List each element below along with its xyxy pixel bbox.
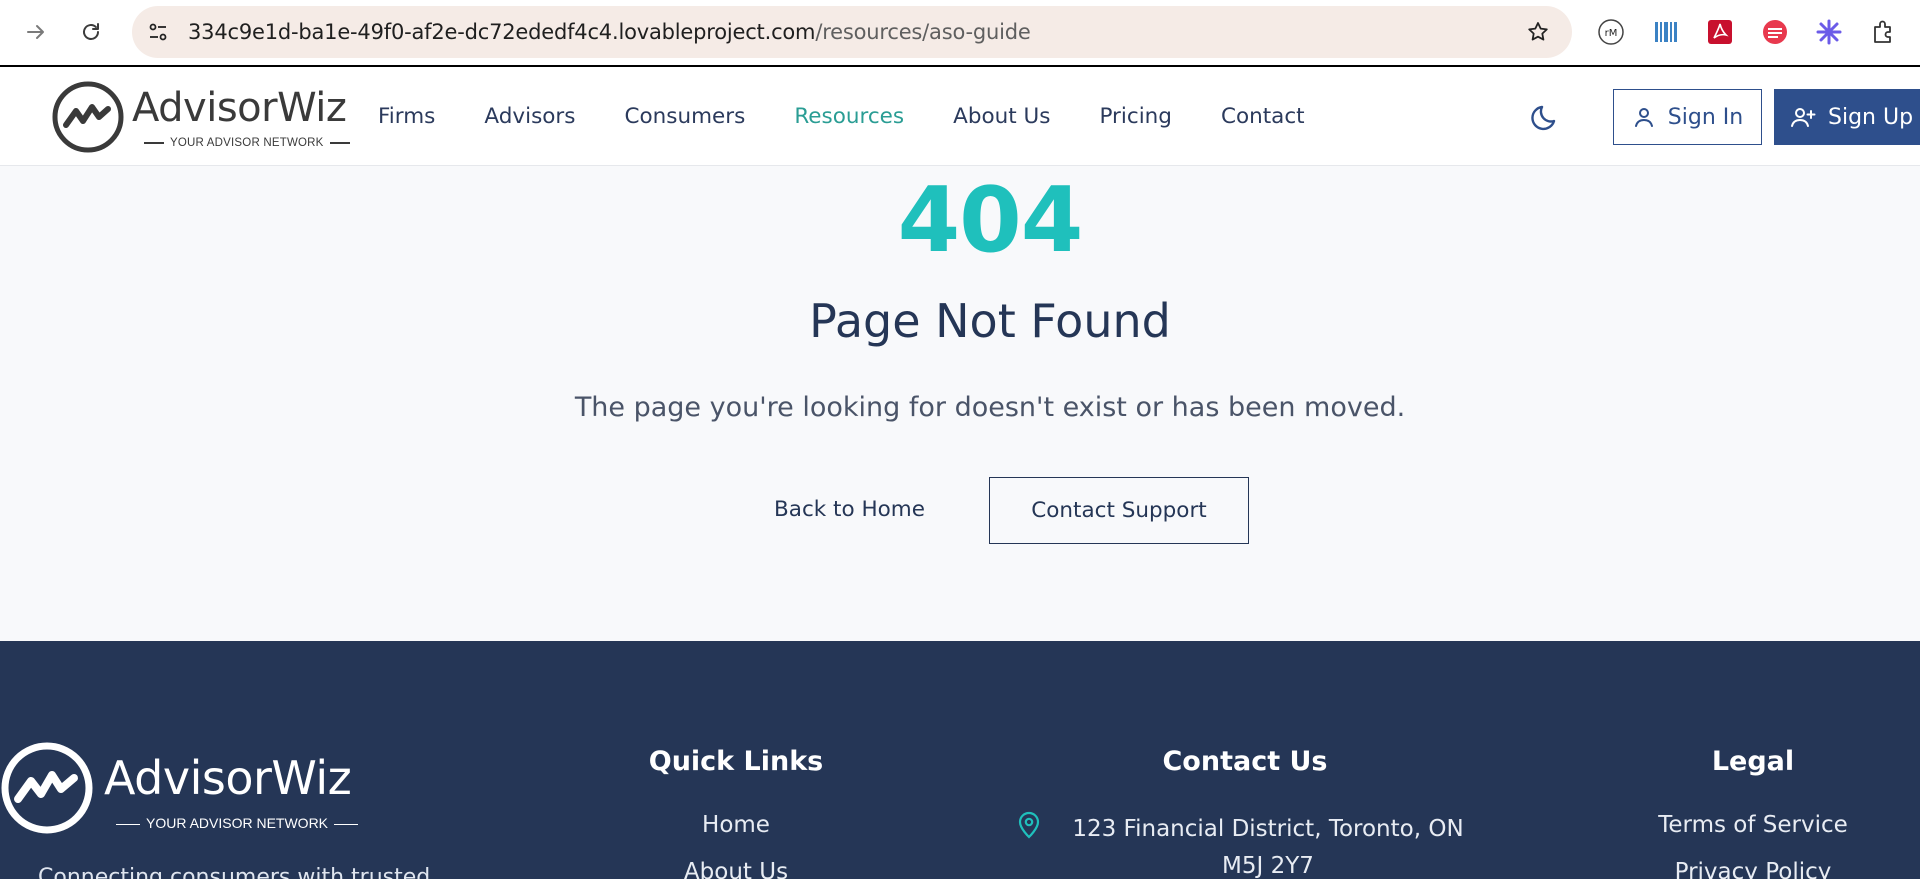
nav-consumers[interactable]: Consumers (624, 104, 745, 129)
reload-icon (83, 23, 99, 40)
extensions-puzzle-icon[interactable] (1870, 18, 1898, 46)
user-icon (1634, 108, 1653, 127)
contact-support-button[interactable]: Contact Support (989, 477, 1249, 544)
nav-resources[interactable]: Resources (794, 104, 904, 129)
extension-remarkable-icon[interactable]: rM (1597, 18, 1625, 46)
nav-contact[interactable]: Contact (1221, 104, 1305, 129)
map-pin-icon (1018, 811, 1040, 839)
site-footer: AdvisorWiz YOUR ADVISOR NETWORK Connecti… (0, 641, 1920, 879)
address-bar[interactable]: 334c9e1d-ba1e-49f0-af2e-dc72ededf4c4.lov… (132, 6, 1572, 58)
arrow-forward-icon (27, 25, 44, 39)
nav-firms[interactable]: Firms (378, 104, 435, 129)
back-to-home-button[interactable]: Back to Home (762, 476, 937, 542)
sign-up-button[interactable]: Sign Up (1774, 89, 1920, 145)
forward-button[interactable] (18, 14, 54, 50)
contact-us-title: Contact Us (1162, 746, 1328, 777)
theme-toggle-button[interactable] (1530, 101, 1562, 133)
brand-tagline: YOUR ADVISOR NETWORK (138, 137, 356, 149)
nav-pricing[interactable]: Pricing (1099, 104, 1171, 129)
legal-title: Legal (1711, 746, 1795, 777)
footer-description: Connecting consumers with trusted (38, 865, 431, 879)
url-host: 334c9e1d-ba1e-49f0-af2e-dc72ededf4c4.lov… (188, 20, 816, 44)
brand-name: AdvisorWiz (132, 85, 347, 131)
user-plus-icon (1791, 108, 1816, 127)
sign-up-label: Sign Up (1828, 104, 1914, 130)
address-line-1: 123 Financial District, Toronto, ON (1072, 816, 1464, 842)
footer-brand-logo[interactable]: AdvisorWiz YOUR ADVISOR NETWORK (0, 741, 380, 837)
sign-in-label: Sign In (1667, 104, 1744, 130)
advisorwiz-logo-icon (52, 81, 124, 153)
brand-logo[interactable]: AdvisorWiz YOUR ADVISOR NETWORK (52, 81, 347, 153)
extension-barcode-icon[interactable] (1652, 18, 1680, 46)
browser-toolbar: 334c9e1d-ba1e-49f0-af2e-dc72ededf4c4.lov… (0, 0, 1920, 67)
quick-links-title: Quick Links (648, 746, 824, 777)
address-line-2: M5J 2Y7 (1222, 853, 1314, 879)
bookmark-star-icon[interactable] (1526, 20, 1550, 44)
extension-pdf-icon[interactable] (1706, 18, 1734, 46)
url-text: 334c9e1d-ba1e-49f0-af2e-dc72ededf4c4.lov… (188, 6, 1031, 58)
footer-link-privacy[interactable]: Privacy Policy (1603, 859, 1903, 879)
site-settings-icon[interactable] (146, 20, 170, 44)
moon-icon (1531, 105, 1556, 131)
url-path: /resources/aso-guide (815, 20, 1031, 44)
footer-brand-tagline: YOUR ADVISOR NETWORK (110, 815, 364, 831)
site-header: AdvisorWiz YOUR ADVISOR NETWORK Firms Ad… (0, 67, 1920, 166)
nav-advisors[interactable]: Advisors (484, 104, 575, 129)
footer-brand-name: AdvisorWiz (104, 751, 352, 805)
extension-red-icon[interactable] (1761, 18, 1789, 46)
extension-purple-icon[interactable] (1815, 18, 1843, 46)
contact-address: 123 Financial District, Toronto, ON M5J … (1068, 811, 1468, 879)
error-message: The page you're looking for doesn't exis… (574, 392, 1406, 423)
svg-text:rM: rM (1605, 28, 1618, 39)
footer-link-terms[interactable]: Terms of Service (1603, 812, 1903, 838)
reload-button[interactable] (73, 14, 109, 50)
error-code: 404 (897, 168, 1084, 273)
sign-in-button[interactable]: Sign In (1613, 89, 1762, 145)
page-title: Page Not Found (809, 294, 1171, 348)
nav-about-us[interactable]: About Us (953, 104, 1050, 129)
footer-link-home[interactable]: Home (636, 812, 836, 838)
main-nav: Firms Advisors Consumers Resources About… (378, 67, 1354, 166)
advisorwiz-logo-icon (1, 742, 93, 834)
footer-link-about-us[interactable]: About Us (636, 859, 836, 879)
